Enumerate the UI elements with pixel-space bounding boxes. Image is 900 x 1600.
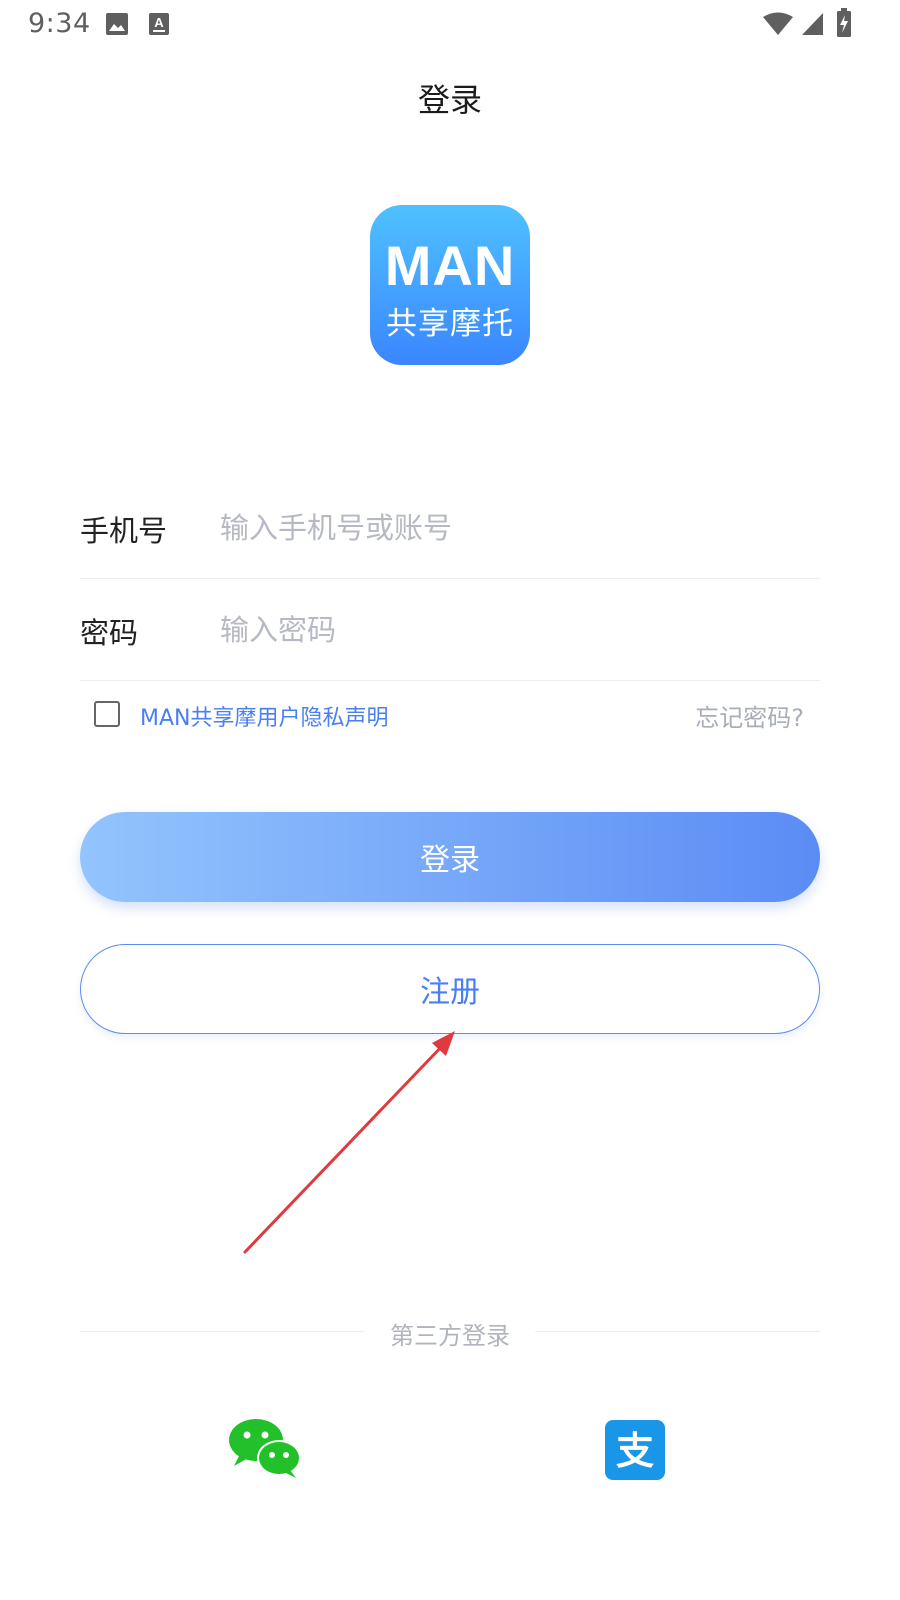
wifi-icon (763, 12, 793, 35)
battery-charging-icon (837, 8, 851, 37)
third-party-divider-left (80, 1331, 365, 1332)
app-logo: MAN 共享摩托 (370, 205, 530, 365)
register-button[interactable]: 注册 (80, 944, 820, 1034)
status-bar: 9:34 A (0, 0, 900, 48)
page-title: 登录 (417, 81, 482, 119)
forgot-password-link[interactable]: 忘记密码? (695, 698, 804, 733)
login-screen: 9:34 A 登录 MAN 共享摩托 手机号 输入手机号或账号 密码 MAN共享… (0, 0, 900, 1600)
logo-main-text: MAN (384, 234, 516, 297)
status-time: 9:34 (28, 8, 91, 39)
alipay-icon[interactable]: 支 (605, 1420, 665, 1480)
password-label: 密码 (80, 616, 139, 650)
privacy-checkbox[interactable] (94, 701, 120, 727)
password-input[interactable] (220, 602, 810, 658)
wechat-icon[interactable] (228, 1418, 302, 1480)
image-icon (106, 13, 128, 35)
third-party-divider-right (535, 1331, 820, 1332)
password-row: 密码 (80, 580, 820, 681)
svg-text:A: A (154, 15, 164, 30)
third-party-label: 第三方登录 (390, 1322, 510, 1350)
phone-input[interactable] (220, 500, 810, 556)
login-button[interactable]: 登录 (80, 812, 820, 902)
signal-icon (802, 13, 823, 35)
font-icon: A (149, 13, 169, 35)
phone-label: 手机号 (80, 514, 168, 548)
svg-text:支: 支 (616, 1429, 654, 1473)
privacy-statement-link[interactable]: MAN共享摩用户隐私声明 (140, 700, 389, 732)
logo-sub-text: 共享摩托 (386, 306, 514, 342)
alipay-glyph: 支 (616, 1429, 654, 1473)
privacy-row: MAN共享摩用户隐私声明 忘记密码? (94, 698, 820, 734)
phone-row: 手机号 (80, 478, 820, 579)
